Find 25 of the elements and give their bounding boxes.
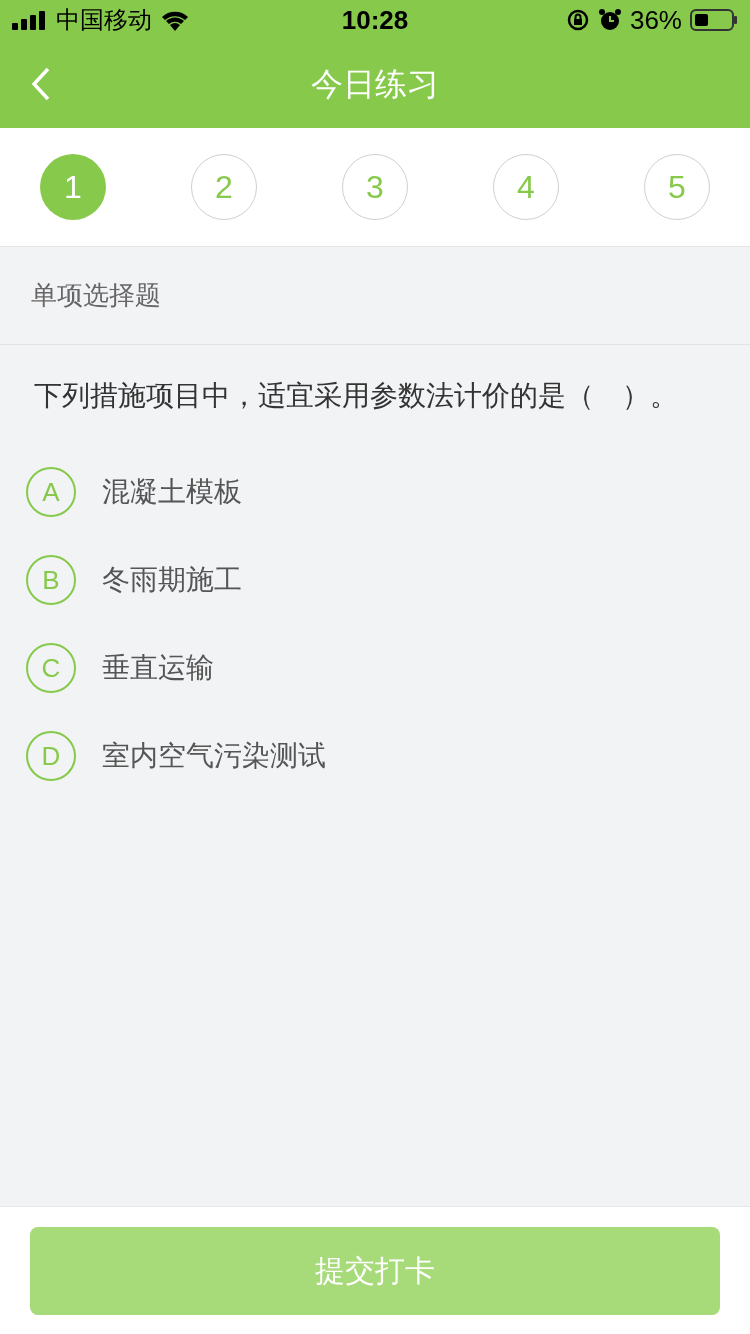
option-text[interactable]: 室内空气污染测试 xyxy=(102,735,326,777)
alarm-icon xyxy=(597,8,622,32)
option-text[interactable]: 混凝土模板 xyxy=(102,471,242,513)
carrier-name: 中国移动 xyxy=(56,5,152,36)
question-number-tab[interactable]: 3 xyxy=(342,154,408,220)
page-title: 今日练习 xyxy=(311,64,439,105)
section-title: 单项选择题 xyxy=(31,279,161,312)
question-number-tab[interactable]: 2 xyxy=(191,154,257,220)
option-letter[interactable]: B xyxy=(26,555,76,605)
signal-icon xyxy=(12,10,48,30)
option-text[interactable]: 冬雨期施工 xyxy=(102,559,242,601)
rotation-lock-icon xyxy=(565,8,590,32)
battery-icon xyxy=(690,8,738,32)
wifi-icon xyxy=(160,9,190,31)
option-letter[interactable]: A xyxy=(26,467,76,517)
back-icon xyxy=(31,67,51,101)
question-text: 下列措施项目中，适宜采用参数法计价的是（ ）。 xyxy=(34,378,679,414)
question-number-tab[interactable]: 1 xyxy=(40,154,106,220)
question-number-tab[interactable]: 4 xyxy=(493,154,559,220)
option-text[interactable]: 垂直运输 xyxy=(102,647,214,689)
status-time: 10:28 xyxy=(341,3,409,37)
battery-percentage: 36% xyxy=(629,3,682,37)
option-letter[interactable]: C xyxy=(26,643,76,693)
question-number-tab[interactable]: 5 xyxy=(644,154,710,220)
option-letter[interactable]: D xyxy=(26,731,76,781)
